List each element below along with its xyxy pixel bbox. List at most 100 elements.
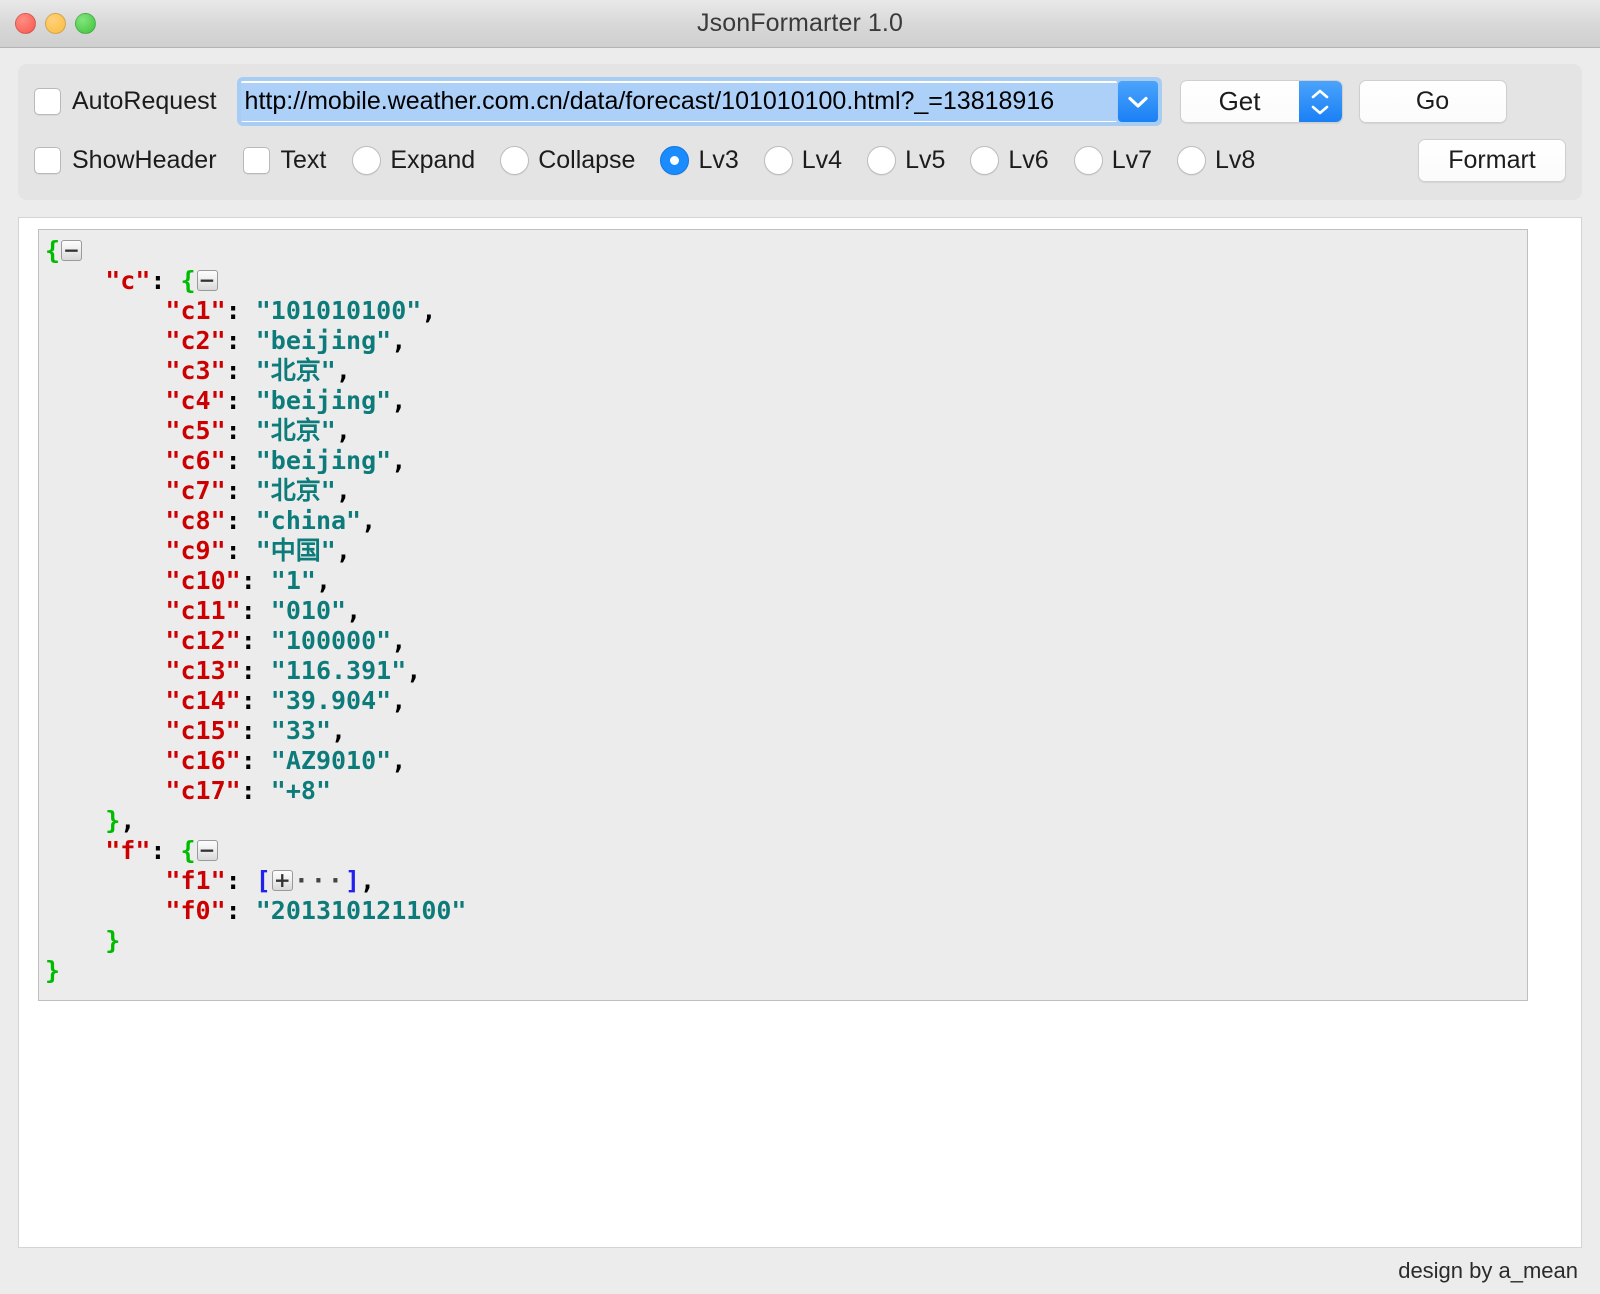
- chevron-down-icon[interactable]: [1117, 81, 1158, 122]
- collapse-toggle-f[interactable]: −: [196, 840, 218, 861]
- radio-lv8-label: Lv8: [1215, 146, 1256, 174]
- radio-lv5-label: Lv5: [905, 146, 946, 174]
- json-string-value: "beijing": [255, 386, 392, 415]
- radio-collapse[interactable]: Collapse: [500, 146, 635, 175]
- json-punctuation: ,: [406, 656, 422, 685]
- radio-lv5[interactable]: Lv5: [867, 146, 945, 175]
- json-punctuation: :: [225, 446, 256, 475]
- collapse-toggle-c[interactable]: −: [196, 270, 218, 291]
- json-punctuation: :: [225, 896, 256, 925]
- radio-lv7[interactable]: Lv7: [1073, 146, 1153, 175]
- checkbox-box-icon[interactable]: [34, 88, 61, 115]
- radio-circle-icon[interactable]: [1177, 146, 1207, 175]
- json-bracket: [: [255, 866, 271, 895]
- radio-circle-icon[interactable]: [1073, 146, 1103, 175]
- radio-lv4[interactable]: Lv4: [763, 146, 843, 175]
- radio-lv3[interactable]: Lv3: [660, 146, 739, 175]
- method-stepper[interactable]: Get: [1179, 80, 1343, 123]
- chevron-up-down-icon[interactable]: [1298, 81, 1342, 122]
- window-controls: [15, 13, 96, 34]
- radio-lv4-label: Lv4: [801, 146, 843, 174]
- json-punctuation: :: [225, 476, 256, 505]
- json-punctuation: ,: [335, 356, 351, 385]
- json-punctuation: ,: [391, 326, 407, 355]
- json-key: "c8": [165, 506, 226, 535]
- json-punctuation: :: [240, 626, 271, 655]
- json-key: "c14": [165, 686, 241, 715]
- json-output-panel[interactable]: {− "c": {− "c1": "101010100", "c2": "bei…: [38, 229, 1528, 1001]
- json-brace: {: [180, 266, 196, 295]
- toolbar-panel: AutoRequest http://mobile.weather.com.cn…: [18, 64, 1582, 200]
- json-punctuation: ,: [391, 386, 407, 415]
- checkbox-box-icon[interactable]: [242, 147, 270, 174]
- json-key: "c11": [165, 596, 241, 625]
- auto-request-checkbox[interactable]: AutoRequest: [34, 87, 217, 116]
- expand-toggle-f1[interactable]: +: [271, 870, 293, 891]
- close-button[interactable]: [15, 13, 36, 34]
- json-key: "c16": [165, 746, 241, 775]
- radio-circle-icon[interactable]: [500, 146, 530, 175]
- json-string-value: "beijing": [255, 446, 392, 475]
- json-punctuation: :: [240, 776, 271, 805]
- url-input[interactable]: http://mobile.weather.com.cn/data/foreca…: [240, 81, 1117, 122]
- text-checkbox[interactable]: Text: [242, 146, 327, 175]
- json-brace: }: [105, 926, 121, 955]
- radio-circle-icon[interactable]: [763, 146, 793, 175]
- json-brace: {: [180, 836, 196, 865]
- radio-lv3-label: Lv3: [698, 146, 739, 174]
- url-input-value[interactable]: http://mobile.weather.com.cn/data/foreca…: [240, 82, 1117, 121]
- json-key: "c7": [165, 476, 226, 505]
- json-punctuation: :: [150, 266, 181, 295]
- radio-lv6[interactable]: Lv6: [970, 146, 1049, 175]
- format-button[interactable]: Formart: [1418, 139, 1566, 182]
- radio-circle-icon[interactable]: [660, 146, 690, 175]
- json-punctuation: :: [240, 746, 271, 775]
- json-string-value: "100000": [270, 626, 392, 655]
- method-value[interactable]: Get: [1181, 81, 1299, 122]
- radio-lv8[interactable]: Lv8: [1177, 146, 1255, 175]
- maximize-button[interactable]: [75, 13, 96, 34]
- radio-circle-icon[interactable]: [970, 146, 1000, 175]
- json-key: "c3": [165, 356, 226, 385]
- json-key: "f0": [165, 896, 226, 925]
- radio-circle-icon[interactable]: [352, 146, 382, 175]
- text-label: Text: [280, 146, 327, 174]
- json-string-value: "北京": [255, 356, 336, 385]
- json-punctuation: :: [225, 536, 256, 565]
- json-key: "c": [105, 266, 151, 295]
- json-string-value: "中国": [255, 536, 336, 565]
- json-punctuation: ,: [120, 806, 136, 835]
- json-tree[interactable]: {− "c": {− "c1": "101010100", "c2": "bei…: [45, 236, 1527, 986]
- go-button[interactable]: Go: [1358, 80, 1507, 123]
- minimize-button[interactable]: [45, 13, 66, 34]
- radio-circle-icon[interactable]: [867, 146, 897, 175]
- show-header-checkbox[interactable]: ShowHeader: [34, 146, 217, 175]
- radio-expand[interactable]: Expand: [352, 146, 475, 175]
- radio-collapse-label: Collapse: [538, 146, 636, 174]
- checkbox-box-icon[interactable]: [34, 147, 61, 174]
- json-key: "c9": [165, 536, 226, 565]
- auto-request-label: AutoRequest: [72, 87, 217, 115]
- json-punctuation: :: [225, 506, 256, 535]
- radio-lv7-label: Lv7: [1111, 146, 1153, 174]
- json-key: "c12": [165, 626, 241, 655]
- show-header-label: ShowHeader: [72, 146, 217, 174]
- json-punctuation: ,: [361, 506, 377, 535]
- radio-expand-label: Expand: [390, 146, 476, 174]
- json-string-value: "北京": [255, 416, 336, 445]
- json-string-value: "101010100": [255, 296, 422, 325]
- json-string-value: "北京": [255, 476, 336, 505]
- json-punctuation: ,: [335, 536, 351, 565]
- json-punctuation: ,: [391, 746, 407, 775]
- json-punctuation: :: [225, 386, 256, 415]
- json-punctuation: ,: [335, 416, 351, 445]
- collapse-toggle-root[interactable]: −: [61, 240, 83, 261]
- credit-label: design by a_mean: [1398, 1258, 1578, 1283]
- json-brace: }: [45, 956, 61, 985]
- json-punctuation: ,: [360, 866, 376, 895]
- json-punctuation: :: [240, 716, 271, 745]
- json-punctuation: :: [225, 866, 256, 895]
- url-combobox[interactable]: http://mobile.weather.com.cn/data/foreca…: [236, 77, 1162, 126]
- content-area: {− "c": {− "c1": "101010100", "c2": "bei…: [18, 217, 1582, 1248]
- json-key: "f1": [165, 866, 226, 895]
